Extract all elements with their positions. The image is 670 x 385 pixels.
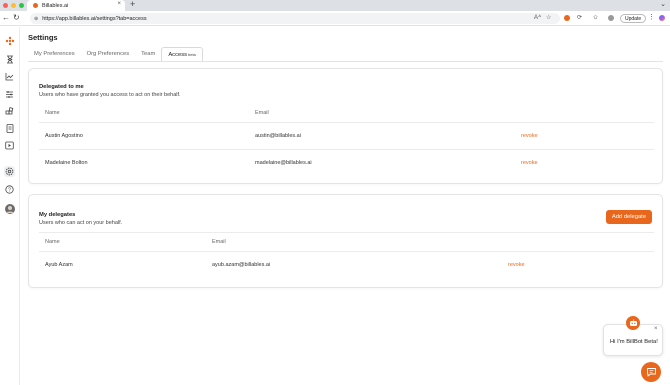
my-delegates-card: My delegates Users who can act on your b… [28,194,663,288]
address-bar: ← ↻ ⊕ https://app.billables.ai/settings?… [0,11,670,26]
column-header-email: Email [212,239,226,245]
svg-text:?: ? [8,187,11,193]
url-text: https://app.billables.ai/settings?tab=ac… [42,15,147,22]
copilot-icon[interactable] [659,15,665,21]
delegator-name: Austin Agostino [45,133,83,139]
tab-org-preferences[interactable]: Org Preferences [81,47,136,61]
sliders-icon[interactable] [4,89,15,100]
update-button[interactable]: Update [620,14,647,23]
my-delegates-title: My delegates [39,212,76,218]
revoke-link[interactable]: revoke [508,262,525,268]
column-header-name: Name [45,110,60,116]
extension-icon[interactable] [564,15,570,21]
more-menu-icon[interactable]: ⋮ [648,13,655,21]
play-icon[interactable] [4,140,15,151]
close-window-button[interactable] [3,3,8,8]
new-tab-button[interactable]: + [130,0,135,9]
delegated-to-me-title: Delegated to me [39,84,84,90]
refresh-extension-icon[interactable]: ⟳ [577,14,582,21]
tab-access[interactable]: Access beta [161,47,203,61]
maximize-window-button[interactable] [19,3,24,8]
tab-access-label: Access [168,51,187,58]
chat-launcher-button[interactable] [641,362,661,382]
url-field[interactable]: ⊕ https://app.billables.ai/settings?tab=… [30,13,560,24]
tab-team[interactable]: Team [135,47,161,61]
column-header-name: Name [45,239,60,245]
delegate-email: ayub.azam@billables.ai [212,262,271,268]
profile-avatar[interactable] [608,15,614,21]
favicon-icon [33,3,38,8]
delegated-to-me-card: Delegated to me Users who have granted y… [28,68,663,184]
back-icon[interactable]: ← [2,13,10,22]
document-icon[interactable] [4,123,15,134]
browser-tab[interactable]: Billables.ai × [27,0,125,11]
table-divider [39,232,654,233]
revoke-link[interactable]: revoke [521,133,538,139]
delegate-name: Ayub Azam [45,262,73,268]
beta-badge: beta [188,52,196,57]
hourglass-icon[interactable] [4,54,15,65]
left-sidebar: ? [0,27,20,385]
read-aloud-icon[interactable]: Aᐞ [534,14,541,21]
favorites-icon[interactable]: ✩ [593,14,598,21]
settings-icon[interactable] [4,166,15,177]
reload-icon[interactable]: ↻ [13,13,20,22]
billbot-greeting-text: Hi I'm BillBot Beta! [610,339,658,345]
site-info-icon[interactable]: ⊕ [34,16,38,22]
close-icon[interactable]: × [654,326,658,332]
delegator-name: Madelaine Bolton [45,160,88,166]
blocks-icon[interactable] [4,106,15,117]
revoke-link[interactable]: revoke [521,160,538,166]
tab-title: Billables.ai [42,2,69,9]
help-icon[interactable]: ? [4,184,15,195]
chat-bubble-icon [646,368,656,377]
bot-icon [626,316,640,330]
logo-icon[interactable] [4,35,15,46]
tab-my-preferences[interactable]: My Preferences [28,47,81,61]
tabs-divider [28,61,663,62]
my-delegates-subtitle: Users who can act on your behalf. [39,220,123,226]
avatar[interactable] [4,203,15,214]
table-divider [39,149,654,150]
page-title: Settings [28,33,58,42]
settings-tabs: My Preferences Org Preferences Team Acce… [28,47,203,61]
add-delegate-button[interactable]: Add delegate [605,210,652,224]
browser-tab-bar: Billables.ai × + ⌄ [0,0,670,11]
column-header-email: Email [255,110,269,116]
delegator-email: madelaine@billables.ai [255,160,312,166]
tab-list-chevron-icon[interactable]: ⌄ [660,0,666,8]
settings-page: Settings My Preferences Org Preferences … [21,27,670,385]
tab-close-icon[interactable]: × [117,1,121,7]
delegator-email: austin@billables.ai [255,133,301,139]
delegated-to-me-subtitle: Users who have granted you access to act… [39,92,181,98]
table-divider [39,122,654,123]
chart-icon[interactable] [4,71,15,82]
minimize-window-button[interactable] [11,3,16,8]
table-divider [39,251,654,252]
favorite-star-icon[interactable]: ☆ [546,14,551,21]
